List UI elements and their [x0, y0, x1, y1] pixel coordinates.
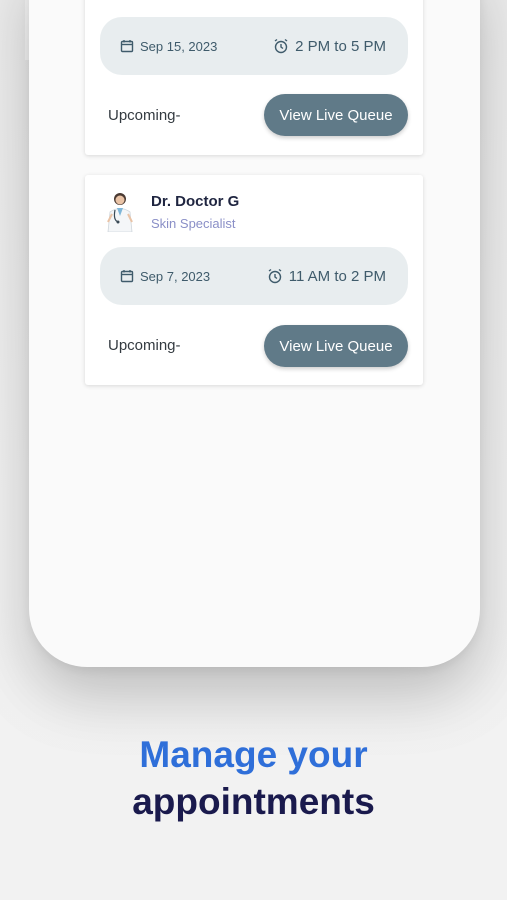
date-text: Sep 15, 2023 — [140, 38, 218, 54]
appointment-date: Sep 15, 2023 — [120, 17, 217, 75]
view-live-queue-button[interactable]: View Live Queue — [264, 94, 408, 136]
time-text: 2 PM to 5 PM — [295, 37, 386, 55]
doctor-avatar-icon — [103, 190, 137, 233]
appointment-info-box: Sep 15, 2023 2 PM to 5 PM — [100, 17, 408, 75]
headline-line-2: appointments — [132, 781, 375, 822]
appointment-time: 2 PM to 5 PM — [273, 17, 386, 75]
calendar-icon — [120, 39, 134, 53]
appointment-time: 11 AM to 2 PM — [267, 247, 386, 305]
headline-line-1: Manage your — [139, 734, 368, 775]
view-live-queue-button[interactable]: View Live Queue — [264, 325, 408, 367]
calendar-icon — [120, 269, 134, 283]
appointment-card[interactable]: Dr. Doctor G Skin Specialist Sep 7, 2023… — [85, 175, 423, 385]
doctor-specialty: Skin Specialist — [151, 216, 236, 231]
doctor-name: Dr. Doctor G — [151, 193, 240, 210]
date-text: Sep 7, 2023 — [140, 268, 211, 284]
alarm-clock-icon — [273, 38, 289, 54]
appointment-card[interactable]: Sep 15, 2023 2 PM to 5 PM Upcoming- View… — [85, 0, 423, 155]
appointment-date: Sep 7, 2023 — [120, 247, 210, 305]
appointment-status: Upcoming- — [108, 107, 181, 124]
appointment-status: Upcoming- — [108, 337, 181, 354]
alarm-clock-icon — [267, 268, 283, 284]
appointment-info-box: Sep 7, 2023 11 AM to 2 PM — [100, 247, 408, 305]
time-text: 11 AM to 2 PM — [288, 267, 386, 285]
